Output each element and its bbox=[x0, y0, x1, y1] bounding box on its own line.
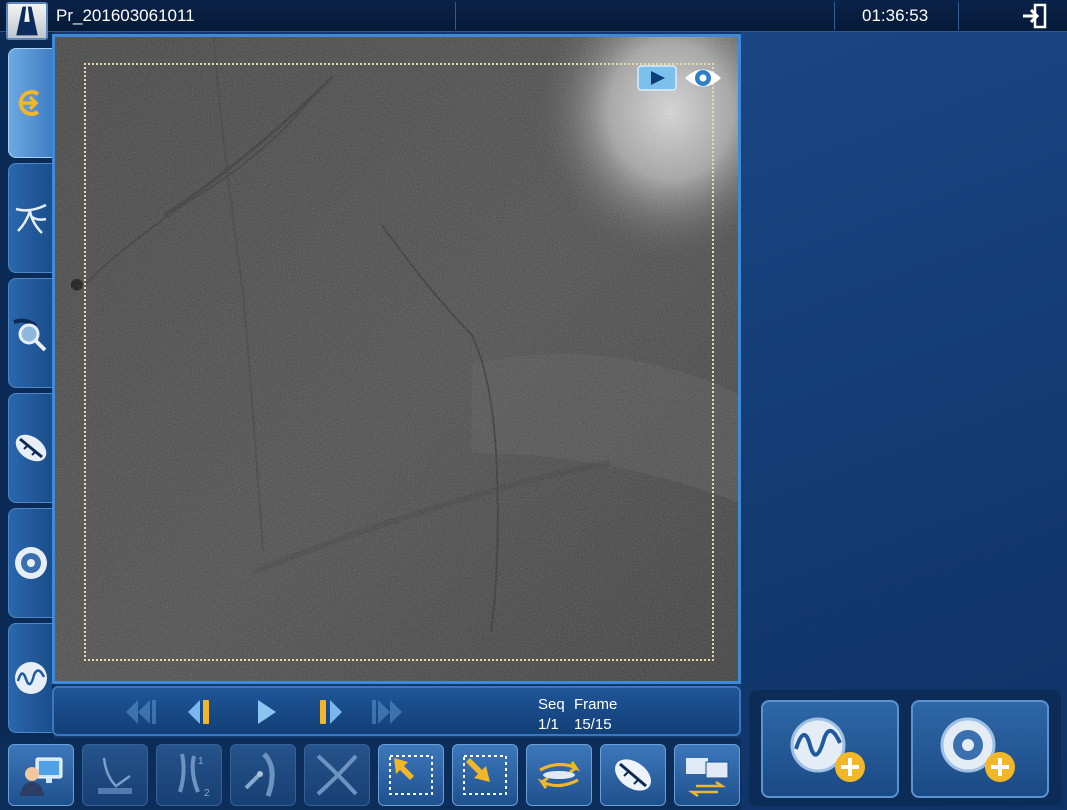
clock: 01:36:53 bbox=[862, 6, 929, 25]
step-forward-button[interactable] bbox=[306, 694, 350, 730]
step-back-button[interactable] bbox=[182, 694, 226, 730]
last-frame-button[interactable] bbox=[366, 694, 410, 730]
roi-top-left-icon bbox=[389, 755, 433, 795]
seq-value: 1/1 bbox=[538, 716, 559, 733]
skip-forward-icon bbox=[372, 700, 402, 724]
stent-icon bbox=[15, 434, 46, 462]
stent-vessel-button[interactable] bbox=[230, 744, 296, 806]
stent-enhance-button[interactable] bbox=[600, 744, 666, 806]
cine-play-icon[interactable] bbox=[637, 65, 677, 91]
target-button[interactable] bbox=[8, 508, 52, 618]
roi-frame[interactable] bbox=[84, 63, 714, 661]
brand-logo-icon bbox=[6, 2, 48, 40]
skip-back-icon bbox=[126, 700, 156, 724]
seq-label: Seq bbox=[538, 696, 565, 713]
divider bbox=[834, 2, 835, 30]
stent-enhance-icon bbox=[614, 759, 652, 791]
bottom-toolbar: 12 bbox=[0, 738, 744, 810]
add-panel bbox=[749, 690, 1061, 806]
catheter-icon bbox=[98, 757, 132, 794]
add-waveform-icon bbox=[790, 717, 865, 782]
first-frame-button[interactable] bbox=[118, 694, 162, 730]
roi-bottom-right-icon bbox=[463, 755, 507, 795]
waveform-icon bbox=[14, 662, 47, 694]
stent-vessel-icon bbox=[244, 752, 275, 797]
magnify-button[interactable] bbox=[8, 278, 52, 388]
target-icon bbox=[14, 547, 47, 579]
swap-arrows-icon bbox=[537, 761, 581, 789]
waveform-button[interactable] bbox=[8, 623, 52, 733]
add-waveform-button[interactable] bbox=[761, 700, 899, 798]
swap-button[interactable] bbox=[526, 744, 592, 806]
vessel-compare-icon: 12 bbox=[178, 753, 210, 798]
app-window: Pr_201603061011 01:36:53 Seq Frame 1/1 1… bbox=[0, 0, 1067, 810]
dual-display-button[interactable] bbox=[674, 744, 740, 806]
stent-button[interactable] bbox=[8, 393, 52, 503]
step-forward-icon bbox=[320, 700, 342, 724]
play-button[interactable] bbox=[244, 694, 288, 730]
divider bbox=[455, 2, 456, 30]
add-target-button[interactable] bbox=[911, 700, 1049, 798]
top-bar: Pr_201603061011 01:36:53 bbox=[0, 0, 1067, 32]
vessel-tree-button[interactable] bbox=[8, 163, 52, 273]
acquisition-button[interactable] bbox=[8, 48, 52, 158]
roi-bottom-right-button[interactable] bbox=[452, 744, 518, 806]
cross-button[interactable] bbox=[304, 744, 370, 806]
playback-bar: Seq Frame 1/1 15/15 bbox=[52, 686, 741, 736]
step-back-icon bbox=[188, 700, 209, 724]
compare-label-top: 1 bbox=[198, 756, 204, 767]
vessel-compare-button[interactable]: 12 bbox=[156, 744, 222, 806]
frame-value: 15/15 bbox=[574, 716, 612, 733]
vessel-tree-icon bbox=[15, 203, 47, 234]
catheter-button[interactable] bbox=[82, 744, 148, 806]
play-icon bbox=[258, 700, 276, 724]
frame-label: Frame bbox=[574, 696, 618, 713]
patient-monitor-icon bbox=[20, 757, 63, 796]
magnify-icon bbox=[12, 318, 46, 352]
compare-label-bottom: 2 bbox=[204, 788, 210, 798]
roi-top-left-button[interactable] bbox=[378, 744, 444, 806]
add-target-icon bbox=[940, 717, 1015, 782]
visibility-eye-icon[interactable] bbox=[683, 65, 723, 91]
tool-rail bbox=[0, 32, 54, 738]
image-viewer[interactable] bbox=[52, 34, 741, 684]
exit-icon[interactable] bbox=[1020, 3, 1050, 29]
patient-id: Pr_201603061011 bbox=[56, 6, 195, 25]
cross-icon bbox=[316, 754, 358, 796]
acquisition-icon bbox=[18, 90, 39, 116]
dual-display-icon bbox=[686, 758, 729, 798]
patient-monitor-button[interactable] bbox=[8, 744, 74, 806]
divider bbox=[958, 2, 959, 30]
